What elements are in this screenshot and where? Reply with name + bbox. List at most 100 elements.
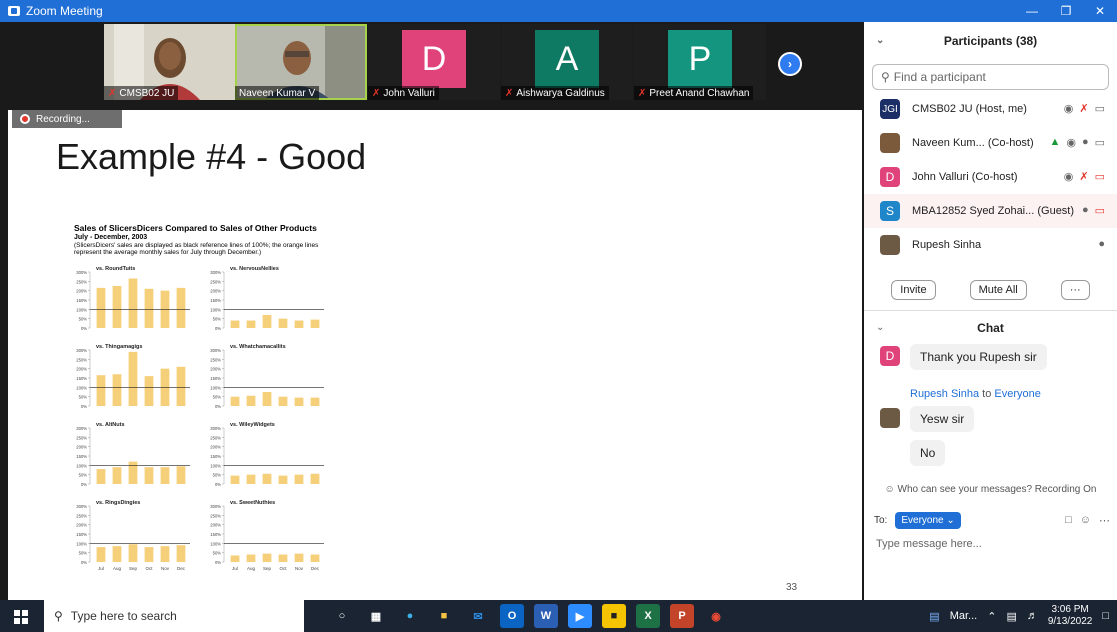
avatar-letter: D bbox=[402, 30, 466, 88]
bar bbox=[160, 467, 170, 484]
restore-icon[interactable]: ❐ bbox=[1049, 0, 1083, 22]
active-window-label[interactable]: Mar... bbox=[950, 610, 978, 622]
more-options-button[interactable]: ··· bbox=[1060, 280, 1090, 300]
bar bbox=[144, 547, 154, 562]
sticky-notes-icon[interactable]: ■ bbox=[602, 604, 626, 628]
bar bbox=[230, 320, 240, 328]
cortana-icon[interactable]: ○ bbox=[330, 604, 354, 628]
mic-muted-icon: ✗ bbox=[372, 87, 381, 99]
y-tick-label: 0% bbox=[81, 326, 87, 331]
x-tick-label: Oct bbox=[279, 566, 287, 571]
avatar bbox=[880, 133, 900, 153]
chevron-right-icon: › bbox=[788, 57, 792, 71]
y-tick-label: 0% bbox=[215, 560, 221, 565]
participant-row[interactable]: Rupesh Sinha ● bbox=[864, 228, 1117, 262]
participant-search-input[interactable]: ⚲ Find a participant bbox=[872, 64, 1109, 90]
more-icon[interactable]: ⋯ bbox=[1099, 514, 1110, 527]
chevron-up-icon[interactable]: ⌃ bbox=[987, 610, 996, 623]
mic-muted-icon: ✗ bbox=[1079, 171, 1089, 183]
sender-name[interactable]: Rupesh Sinha bbox=[910, 388, 979, 400]
chat-header: ⌄ Chat bbox=[864, 318, 1117, 338]
panel-title: vs. RoundTuits bbox=[96, 266, 135, 272]
bar bbox=[128, 351, 138, 406]
avatar: JGI bbox=[880, 99, 900, 119]
x-tick-label: Aug bbox=[247, 566, 256, 571]
edge-icon[interactable]: ● bbox=[398, 604, 422, 628]
bar bbox=[112, 286, 122, 328]
network-icon[interactable]: ▤ bbox=[1006, 610, 1016, 623]
bar bbox=[262, 314, 272, 328]
participant-row[interactable]: JGI CMSB02 JU (Host, me) ◉ ✗ ▭ bbox=[864, 92, 1117, 126]
y-tick-label: 200% bbox=[210, 367, 221, 372]
mic-muted-icon[interactable]: ✗ bbox=[1079, 102, 1088, 115]
chevron-down-icon[interactable]: ⌄ bbox=[876, 35, 884, 46]
system-clock[interactable]: 3:06 PM 9/13/2022 bbox=[1048, 604, 1093, 628]
x-tick-label: Dec bbox=[177, 566, 186, 571]
invite-button[interactable]: Invite bbox=[891, 280, 936, 300]
taskbar-apps: ○ ▦ ● ■ ✉ O W ▶ ■ X P ◉ bbox=[330, 600, 728, 632]
tile-name: John Valluri bbox=[383, 87, 435, 99]
meeting-stage: ✗ CMSB02 JU Naveen Kumar V D ✗ John Vallur… bbox=[0, 22, 862, 600]
volume-icon[interactable]: ♬ bbox=[1027, 610, 1038, 622]
file-icon[interactable]: □ bbox=[1065, 514, 1072, 527]
slide-title: Example #4 - Good bbox=[56, 136, 367, 177]
y-tick-label: 50% bbox=[79, 473, 88, 478]
participant-row[interactable]: S MBA12852 Syed Zohai... (Guest) ● ▭ bbox=[864, 194, 1117, 228]
video-tile-cmsb02[interactable]: ✗ CMSB02 JU bbox=[104, 24, 236, 100]
bar bbox=[144, 288, 154, 328]
participant-row[interactable]: Naveen Kum... (Co-host) ▲ ◉ ● ▭ bbox=[864, 126, 1117, 160]
side-panel: ⌄ Participants (38) ⚲ Find a participant… bbox=[864, 22, 1117, 600]
bar bbox=[262, 473, 272, 484]
notification-icon[interactable]: □ bbox=[1102, 610, 1109, 622]
video-tile-aishwarya[interactable]: A ✗ Aishwarya Galdinus bbox=[501, 24, 633, 100]
y-tick-label: 300% bbox=[210, 426, 221, 431]
to-label: To: bbox=[874, 515, 888, 526]
y-tick-label: 250% bbox=[210, 435, 221, 440]
notes-app-icon[interactable]: ▤ bbox=[929, 610, 939, 623]
tile-name: Naveen Kumar V bbox=[239, 87, 316, 99]
mic-icon: ● bbox=[1081, 204, 1089, 216]
excel-icon[interactable]: X bbox=[636, 604, 660, 628]
file-explorer-icon[interactable]: ■ bbox=[432, 604, 456, 628]
taskbar-search-input[interactable]: ⚲ Type here to search bbox=[44, 600, 304, 632]
avatar bbox=[880, 408, 900, 428]
chat-message: No bbox=[910, 440, 946, 466]
video-tile-john[interactable]: D ✗ John Valluri bbox=[368, 24, 500, 100]
participant-row[interactable]: D John Valluri (Co-host) ◉ ✗ ▭ bbox=[864, 160, 1117, 194]
chevron-down-icon[interactable]: ⌄ bbox=[876, 322, 884, 333]
y-tick-label: 250% bbox=[76, 513, 87, 518]
word-icon[interactable]: W bbox=[534, 604, 558, 628]
bar bbox=[294, 397, 304, 406]
video-icon[interactable]: ▭ bbox=[1095, 102, 1105, 115]
windows-start-icon[interactable] bbox=[14, 610, 28, 624]
chart-note: (SlicersDicers' sales are displayed as b… bbox=[74, 241, 319, 257]
y-tick-label: 200% bbox=[210, 523, 221, 528]
recipient-name[interactable]: Everyone bbox=[994, 388, 1040, 400]
y-tick-label: 150% bbox=[76, 454, 87, 459]
mute-all-button[interactable]: Mute All bbox=[969, 280, 1027, 300]
recording-indicator[interactable]: Recording... bbox=[12, 110, 122, 128]
video-tile-preet[interactable]: P ✗ Preet Anand Chawhan bbox=[634, 24, 766, 100]
task-view-icon[interactable]: ▦ bbox=[364, 604, 388, 628]
chat-visibility-note[interactable]: ☺ Who can see your messages? Recording O… bbox=[864, 484, 1117, 495]
bar bbox=[144, 376, 154, 406]
zoom-icon[interactable]: ▶ bbox=[568, 604, 592, 628]
chrome-icon[interactable]: ◉ bbox=[704, 604, 728, 628]
close-icon[interactable]: ✕ bbox=[1083, 0, 1117, 22]
y-tick-label: 0% bbox=[81, 560, 87, 565]
avatar: D bbox=[880, 167, 900, 187]
next-page-button[interactable]: › bbox=[778, 52, 802, 76]
powerpoint-icon[interactable]: P bbox=[670, 604, 694, 628]
mail-icon[interactable]: ✉ bbox=[466, 604, 490, 628]
y-tick-label: 100% bbox=[76, 385, 87, 390]
y-tick-label: 50% bbox=[79, 551, 88, 556]
y-tick-label: 250% bbox=[210, 279, 221, 284]
emoji-icon[interactable]: ☺ bbox=[1080, 514, 1091, 527]
minimize-icon[interactable]: — bbox=[1015, 0, 1049, 22]
video-tile-naveen[interactable]: Naveen Kumar V bbox=[235, 24, 367, 100]
search-icon: ⚲ bbox=[54, 609, 63, 623]
chat-input[interactable]: Type message here... bbox=[876, 538, 982, 550]
outlook-icon[interactable]: O bbox=[500, 604, 524, 628]
recipient-dropdown[interactable]: Everyone ⌄ bbox=[895, 512, 961, 529]
recording-icon bbox=[20, 114, 30, 124]
